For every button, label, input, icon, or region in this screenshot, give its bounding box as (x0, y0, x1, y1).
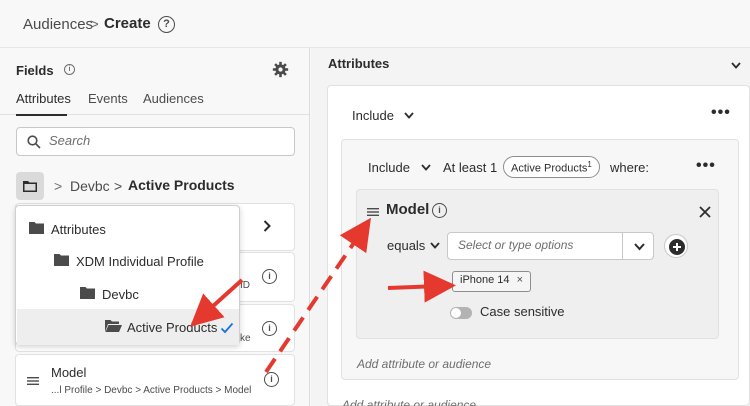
more-icon[interactable]: ••• (696, 157, 716, 175)
fields-info-icon[interactable]: i (64, 64, 75, 75)
plus-icon (669, 239, 685, 255)
tab-audiences[interactable]: Audiences (143, 91, 204, 106)
tab-events[interactable]: Events (88, 91, 128, 106)
add-attribute-dropzone[interactable]: Add attribute or audience (357, 357, 491, 371)
field-row-name: Model (51, 365, 87, 380)
add-value-button[interactable] (664, 234, 688, 258)
case-sensitive-label: Case sensitive (480, 304, 565, 319)
search-box[interactable] (16, 127, 295, 156)
field-row-path: ...l Profile > Devbc > Active Products >… (51, 385, 252, 396)
drag-handle-icon[interactable] (367, 208, 379, 216)
path-separator: > (54, 178, 63, 194)
info-icon[interactable]: i (262, 321, 277, 336)
case-sensitive-toggle[interactable] (450, 307, 472, 319)
chip-remove-icon[interactable]: × (517, 274, 523, 286)
row-tail-text: ID (240, 280, 250, 291)
help-icon[interactable]: ? (158, 16, 175, 33)
path-item-active-products: Active Products (128, 177, 235, 193)
drag-handle-icon[interactable] (27, 377, 39, 385)
info-icon[interactable]: i (262, 269, 277, 284)
folder-icon (29, 222, 44, 234)
folder-open-icon (105, 320, 122, 332)
where-label: where: (610, 160, 650, 175)
quantifier-label[interactable]: At least 1 (443, 160, 497, 175)
folder-icon (23, 181, 37, 192)
chevron-right-icon[interactable] (263, 220, 271, 232)
folder-icon (54, 254, 69, 266)
close-icon[interactable] (699, 206, 711, 218)
chevron-down-icon[interactable] (430, 242, 440, 249)
breadcrumb-audiences[interactable]: Audiences (23, 16, 93, 33)
chevron-down-icon[interactable] (404, 112, 414, 119)
include-dropdown[interactable]: Include (352, 108, 394, 123)
info-icon[interactable]: i (432, 203, 447, 218)
value-input[interactable] (458, 238, 618, 252)
path-separator: > (114, 178, 123, 194)
chevron-down-icon[interactable] (421, 164, 431, 171)
path-item-devbc[interactable]: Devbc (70, 178, 110, 194)
page-header: Audiences > Create ? (0, 0, 750, 48)
value-chip-label: iPhone 14 (460, 274, 510, 286)
folder-icon (80, 287, 95, 299)
gear-icon[interactable] (272, 61, 289, 78)
row-tail-text: ke (240, 333, 251, 344)
fields-title: Fields (16, 63, 54, 78)
check-icon (220, 322, 234, 334)
chevron-down-icon[interactable] (634, 243, 645, 251)
object-tag[interactable]: Active Products1 (503, 156, 600, 178)
info-icon[interactable]: i (264, 372, 279, 387)
field-row-model[interactable]: Model ...l Profile > Devbc > Active Prod… (15, 354, 295, 406)
search-icon (27, 135, 41, 149)
combobox-divider (622, 233, 623, 259)
add-attribute-dropzone-outer[interactable]: Add attribute or audience (342, 398, 476, 406)
tab-attributes[interactable]: Attributes (16, 91, 71, 106)
toggle-knob (451, 308, 461, 318)
breadcrumb-current: Create (104, 15, 151, 32)
include-dropdown[interactable]: Include (368, 160, 410, 175)
rule-builder: Include ••• Include At least 1 Active Pr… (311, 48, 750, 406)
folder-popover: Attributes XDM Individual Profile Devbc … (15, 205, 240, 345)
object-tag-count: 1 (587, 160, 592, 169)
value-combobox[interactable] (447, 232, 654, 260)
object-tag-label: Active Products (511, 162, 588, 175)
folder-picker-button[interactable] (16, 172, 44, 200)
breadcrumb-separator: > (90, 16, 99, 33)
search-input[interactable] (49, 133, 279, 148)
active-tab-indicator (16, 114, 67, 116)
operator-dropdown[interactable]: equals (387, 238, 425, 253)
value-chip[interactable]: iPhone 14 × (452, 271, 532, 292)
condition-attribute-name: Model (386, 201, 430, 218)
more-icon[interactable]: ••• (711, 104, 731, 122)
